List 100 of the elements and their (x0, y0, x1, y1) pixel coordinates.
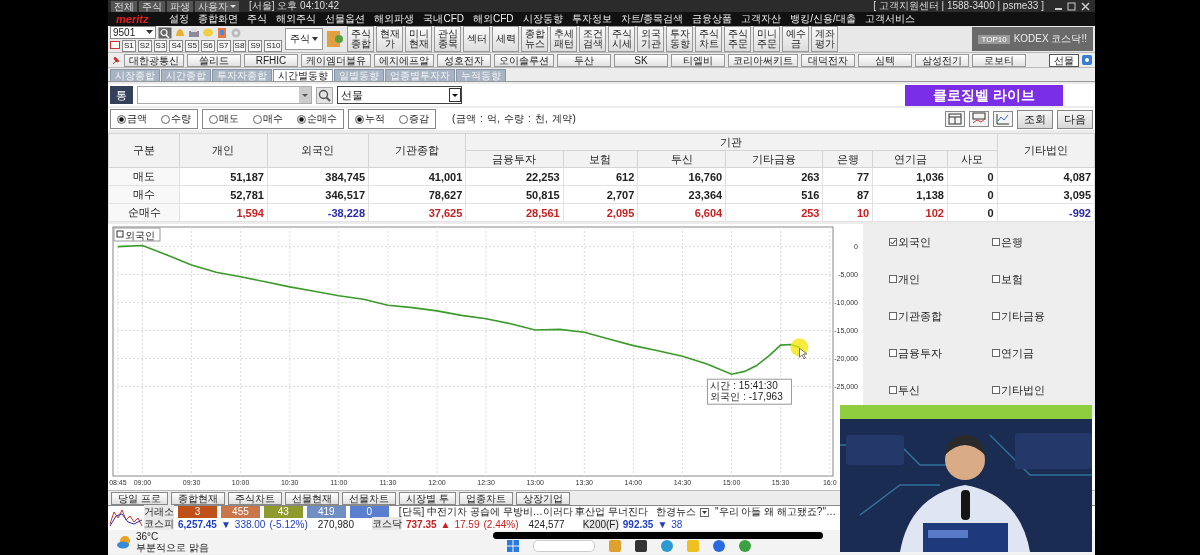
menu-item[interactable]: 투자정보 (571, 12, 612, 26)
checkbox-icon[interactable] (889, 312, 897, 320)
radio-icon[interactable] (161, 114, 170, 124)
screen-slot-button[interactable]: S9 (248, 39, 263, 52)
screen-tab[interactable]: 선물차트 (341, 491, 396, 505)
series-checkbox[interactable]: 기타금융 (992, 306, 1095, 326)
screen-tab[interactable]: 시장별 투 (398, 491, 456, 505)
menu-item[interactable]: 종합화면 (198, 12, 239, 26)
favorite-stock-button[interactable]: SK (614, 53, 668, 67)
news-headline[interactable]: [단독] 中전기차 공습에 무방비…이러다 車산업 무너진다 (398, 505, 649, 519)
market-combo[interactable]: 선물 (337, 86, 462, 104)
tab[interactable]: 시간별동향 (273, 69, 333, 81)
title-menu-button[interactable]: 전체 (111, 0, 137, 12)
toolbar-button[interactable]: 외국기관 (637, 26, 665, 52)
checkbox-icon[interactable] (889, 349, 897, 357)
menu-item[interactable]: 선물옵션 (325, 12, 366, 26)
search-icon[interactable] (158, 26, 172, 39)
screen-tab[interactable]: 종합현재 (170, 491, 225, 505)
series-checkbox[interactable]: 보험 (992, 269, 1095, 289)
screen-slot-button[interactable]: S6 (201, 39, 215, 52)
favorite-stock-button[interactable]: 에치에프알 (374, 53, 434, 67)
checkbox-icon[interactable] (992, 275, 1000, 283)
weather-icon[interactable] (116, 534, 132, 550)
screen-tab[interactable]: 주식차트 (227, 491, 282, 505)
note-icon[interactable] (216, 26, 228, 39)
ad-banner[interactable]: TOP10 KODEX 코스닥!! (972, 27, 1093, 51)
toolbar-button[interactable]: 종합뉴스 (521, 26, 549, 52)
favorite-stock-button[interactable]: 심텍 (858, 53, 912, 67)
menu-item[interactable]: 고객서비스 (864, 12, 915, 26)
toolbar-button[interactable]: 주식차트 (695, 26, 723, 52)
screen-tab[interactable]: 선물현재 (284, 491, 339, 505)
pin-icon[interactable] (111, 55, 121, 65)
favorite-stock-button[interactable]: 티엘비 (671, 53, 725, 67)
window-controls-icon[interactable] (1054, 1, 1090, 11)
toolbar-button[interactable]: 현재가 (376, 26, 404, 52)
radio-icon[interactable] (399, 114, 408, 124)
toolbar-button[interactable]: 예수금 (782, 26, 810, 52)
menu-item[interactable]: 해외주식 (276, 12, 317, 26)
series-checkbox[interactable]: 기타법인 (992, 380, 1095, 400)
line-chart-icon[interactable] (993, 111, 1013, 127)
toolbar-button[interactable]: 미니현재 (405, 26, 433, 52)
menu-item[interactable]: 금융상품 (692, 12, 733, 26)
radio-option[interactable]: 누적 (355, 112, 385, 126)
screen-slot-button[interactable]: S7 (216, 39, 231, 52)
search-icon[interactable] (316, 86, 333, 104)
toolbar-button[interactable]: 조건검색 (579, 26, 607, 52)
toolbar-button[interactable]: 투자동향 (666, 26, 694, 52)
toolbar-button[interactable]: 세력 (492, 26, 520, 52)
toolbar-button[interactable]: 섹터 (463, 26, 491, 52)
radio-icon[interactable] (209, 114, 218, 124)
radio-icon[interactable] (297, 114, 306, 124)
screen-slot-button[interactable]: S3 (153, 39, 168, 52)
screen-slot-button[interactable]: S4 (169, 39, 184, 52)
favorite-stock-button[interactable]: 대덕전자 (801, 53, 855, 67)
menu-item[interactable]: 차트/종목검색 (620, 12, 684, 26)
checkbox-icon[interactable] (992, 238, 1000, 246)
series-checkbox[interactable]: 금융투자 (889, 343, 992, 363)
news-headline[interactable]: "우리 아들 왜 해고됐죠?"… (715, 505, 836, 519)
menu-item[interactable]: 국내CFD (423, 12, 464, 26)
windows-icon[interactable] (506, 540, 519, 552)
category-dropdown[interactable]: 주식 (285, 28, 324, 50)
screen-slot-button[interactable]: S5 (185, 39, 199, 52)
toolbar-button[interactable]: 계좌평가 (811, 26, 839, 52)
book-icon[interactable] (326, 29, 345, 49)
menu-item[interactable]: 고객자산 (741, 12, 782, 26)
menu-item[interactable]: 해외파생 (374, 12, 415, 26)
checkbox-icon[interactable] (889, 275, 897, 283)
checkbox-icon[interactable] (992, 312, 1000, 320)
radio-option[interactable]: 매도 (209, 112, 239, 126)
radio-option[interactable]: 매수 (253, 112, 283, 126)
radio-icon[interactable] (117, 114, 126, 124)
screen-slot-button[interactable]: S10 (264, 39, 283, 52)
screen-slot-button[interactable]: S2 (137, 39, 152, 52)
radio-option[interactable]: 금액 (117, 112, 147, 126)
action-button[interactable]: 조회 (1017, 109, 1053, 129)
screen-tab[interactable]: 당일 프로 (111, 491, 168, 505)
favorite-stock-button[interactable]: 코리아써키트 (728, 53, 798, 67)
menu-item[interactable]: 설정 (169, 12, 190, 26)
toolbar-button[interactable]: 미니주문 (753, 26, 781, 52)
checkbox-icon[interactable] (889, 386, 897, 394)
favorite-stock-button[interactable]: 두산 (557, 53, 611, 67)
favorite-stock-button[interactable]: 삼성전기 (915, 53, 969, 67)
table-view-icon[interactable] (945, 111, 965, 127)
series-checkbox[interactable]: 기관종합 (889, 306, 992, 326)
taskbar-search-field[interactable] (532, 540, 595, 552)
radio-option[interactable]: 증감 (399, 112, 429, 126)
series-checkbox[interactable]: 연기금 (992, 343, 1095, 363)
series-checkbox[interactable]: 투신 (889, 380, 992, 400)
screen-tab[interactable]: 상장기업 (515, 491, 570, 505)
futures-button[interactable]: 선물 (1049, 53, 1079, 67)
monitor-icon[interactable] (110, 41, 120, 50)
radio-option[interactable]: 순매수 (297, 112, 337, 126)
title-menu-button[interactable]: 주식 (139, 0, 165, 12)
menu-item[interactable]: 뱅킹/신용/대출 (790, 12, 856, 26)
screen-slot-button[interactable]: S8 (232, 39, 247, 52)
menu-item[interactable]: 주식 (247, 12, 268, 26)
radio-option[interactable]: 수량 (161, 112, 191, 126)
toolbar-button[interactable]: 주식주문 (724, 26, 752, 52)
printer-icon[interactable] (188, 26, 200, 39)
screen-slot-button[interactable]: S1 (122, 39, 136, 52)
